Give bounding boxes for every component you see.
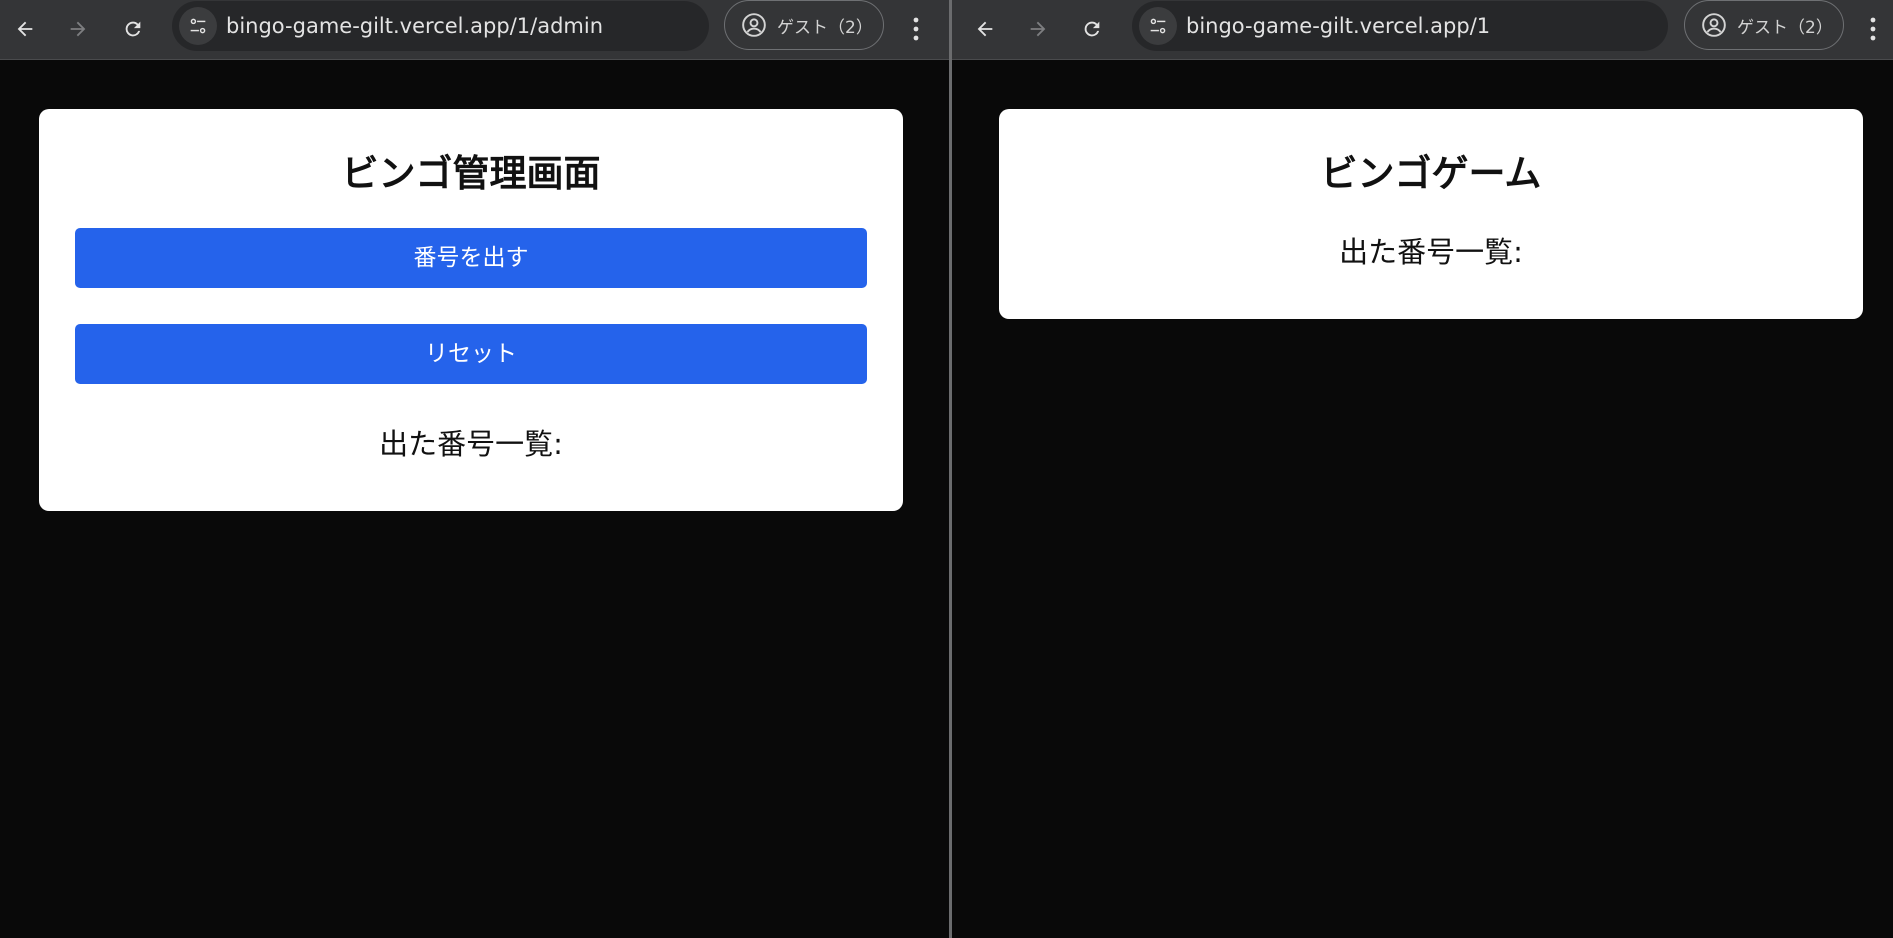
profile-button[interactable]: ゲスト（2） (1684, 0, 1844, 50)
arrow-right-icon (1030, 21, 1046, 37)
arrow-right-icon (70, 21, 86, 37)
profile-label: ゲスト（2） (777, 17, 873, 38)
reload-button[interactable] (113, 9, 153, 49)
profile-label: ゲスト（2） (1737, 17, 1833, 38)
reset-button[interactable]: リセット (75, 324, 867, 384)
url-text: bingo-game-gilt.vercel.app/1 (1186, 14, 1491, 38)
url-text: bingo-game-gilt.vercel.app/1/admin (226, 14, 604, 38)
game-card: ビンゴゲーム 出た番号一覧: (999, 109, 1863, 319)
arrow-left-icon (17, 21, 33, 37)
drawn-numbers-label: 出た番号一覧: (1339, 235, 1523, 269)
screen: bingo-game-gilt.vercel.app/1/admin ゲスト（2… (0, 0, 1893, 938)
reload-icon (125, 21, 141, 37)
more-vert-icon (913, 17, 919, 41)
tune-icon (1150, 18, 1166, 34)
admin-browser-window: bingo-game-gilt.vercel.app/1/admin ゲスト（2… (0, 0, 949, 938)
back-button[interactable] (5, 9, 45, 49)
browser-menu-button[interactable] (1858, 9, 1888, 49)
person-circle-icon (1702, 13, 1726, 37)
draw-number-button[interactable]: 番号を出す (75, 228, 867, 288)
site-settings-button[interactable] (179, 7, 217, 45)
player-browser-window: bingo-game-gilt.vercel.app/1 ゲスト（2） ビンゴゲ… (952, 0, 1893, 938)
page-title: ビンゴゲーム (1320, 152, 1542, 195)
arrow-left-icon (977, 21, 993, 37)
page-title: ビンゴ管理画面 (341, 152, 601, 195)
browser-menu-button[interactable] (901, 9, 931, 49)
reload-icon (1084, 21, 1100, 37)
drawn-numbers-label: 出た番号一覧: (379, 427, 563, 461)
admin-card: ビンゴ管理画面 番号を出す リセット 出た番号一覧: (39, 109, 903, 511)
forward-button[interactable] (1018, 9, 1058, 49)
profile-button[interactable]: ゲスト（2） (724, 0, 884, 50)
reload-button[interactable] (1072, 9, 1112, 49)
address-bar[interactable]: bingo-game-gilt.vercel.app/1/admin (172, 1, 709, 51)
tune-icon (190, 18, 206, 34)
browser-toolbar: bingo-game-gilt.vercel.app/1 ゲスト（2） (952, 0, 1893, 60)
address-bar[interactable]: bingo-game-gilt.vercel.app/1 (1132, 1, 1668, 51)
more-vert-icon (1870, 17, 1876, 41)
person-circle-icon (742, 13, 766, 37)
forward-button[interactable] (58, 9, 98, 49)
site-settings-button[interactable] (1139, 7, 1177, 45)
browser-toolbar: bingo-game-gilt.vercel.app/1/admin ゲスト（2… (0, 0, 949, 60)
back-button[interactable] (965, 9, 1005, 49)
